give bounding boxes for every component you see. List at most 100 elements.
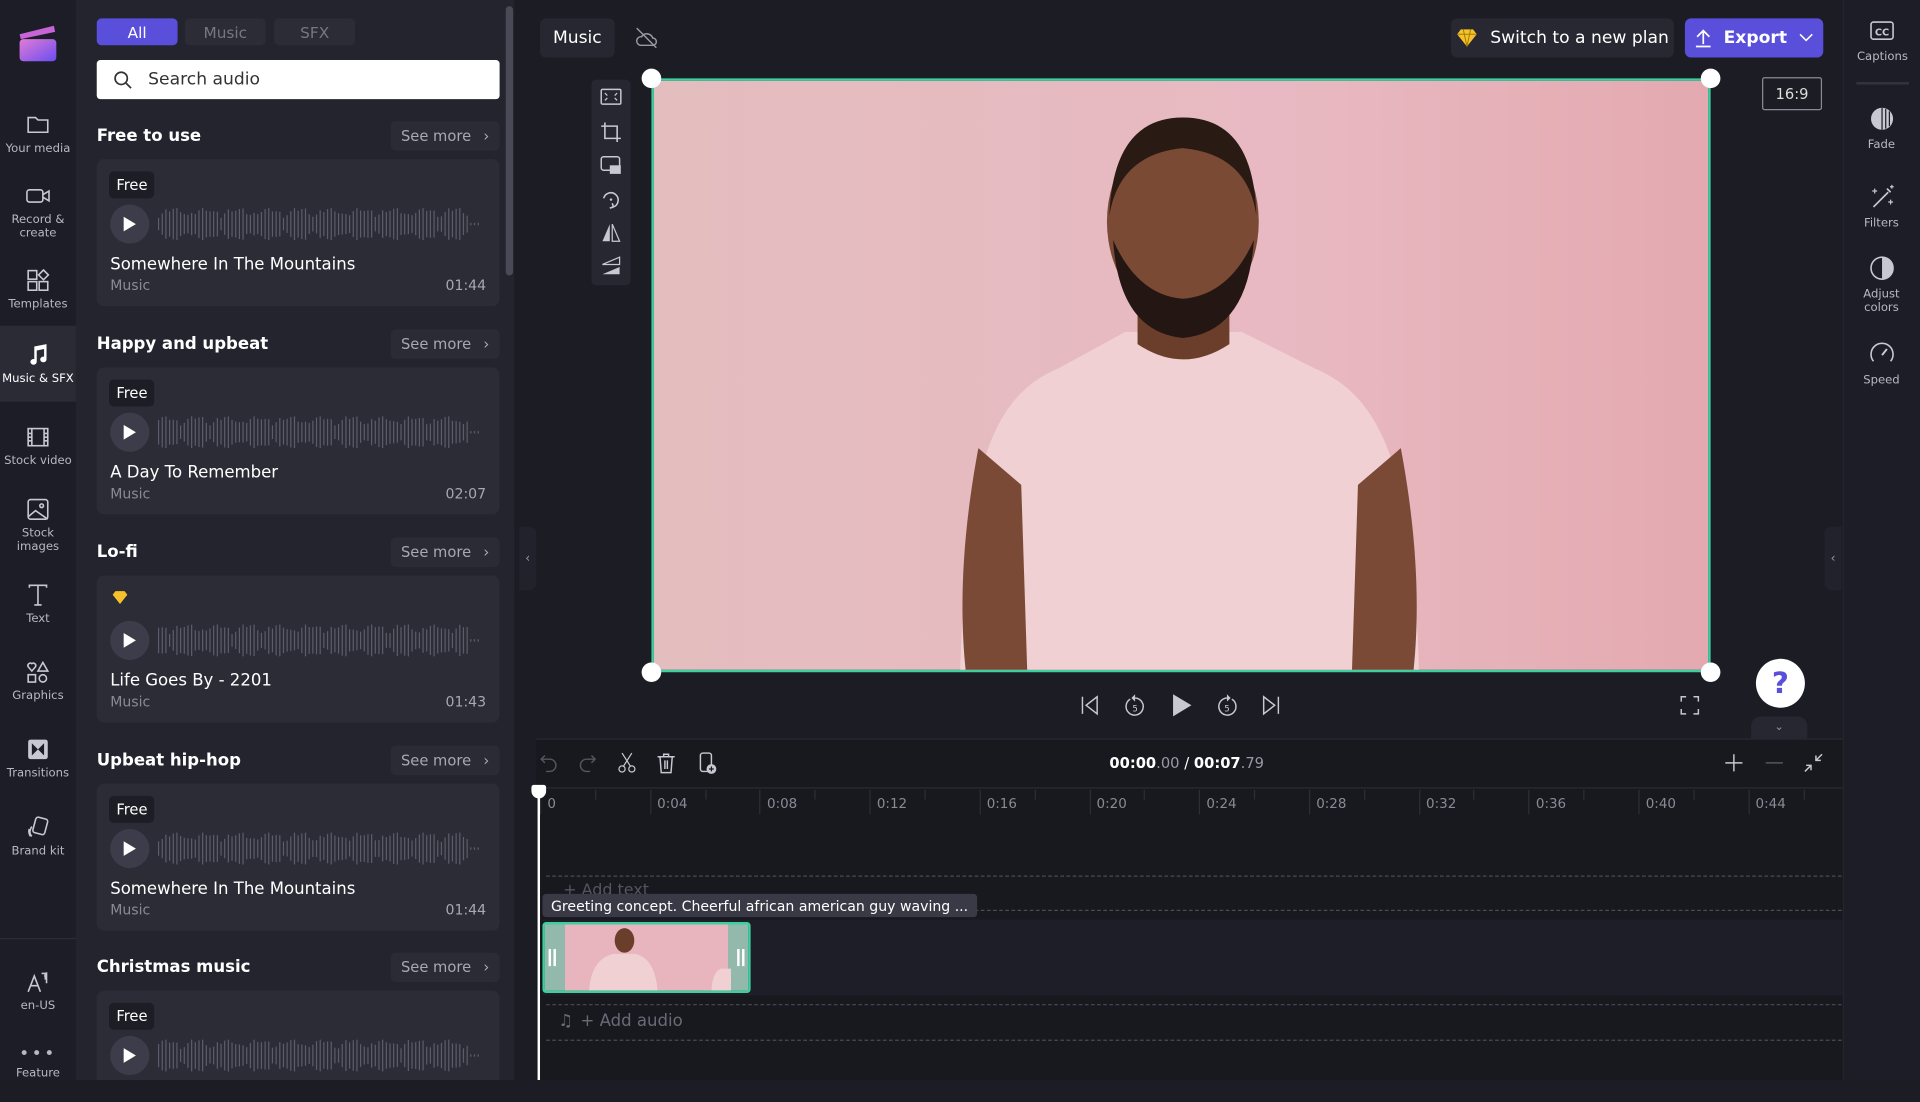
see-more-button[interactable]: See more ›	[390, 745, 500, 776]
collapse-panel-button[interactable]: ‹	[519, 526, 537, 591]
add-audio-track[interactable]: ♫ + Add audio	[558, 1011, 682, 1031]
resize-handle-top-right[interactable]	[1700, 68, 1721, 89]
nav-transitions[interactable]: Transitions	[0, 720, 76, 796]
fit-icon[interactable]	[600, 87, 622, 107]
nav-stock-images[interactable]: Stock images	[0, 487, 76, 563]
nav-music-sfx[interactable]: Music & SFX	[0, 325, 76, 402]
audio-track-border	[546, 1039, 1842, 1041]
property-filters[interactable]: Filters	[1843, 184, 1920, 230]
chevron-right-icon: ›	[483, 127, 490, 145]
nav-record-create[interactable]: Record & create	[0, 174, 76, 250]
play-preview-button[interactable]	[110, 828, 150, 869]
track-duration: 02:07	[445, 484, 487, 503]
undo-icon[interactable]	[539, 753, 559, 773]
more-icon: •••	[19, 1044, 57, 1065]
waveform	[157, 416, 479, 449]
collapse-properties-button[interactable]: ‹	[1824, 526, 1842, 591]
play-icon	[123, 841, 136, 856]
crop-icon[interactable]	[600, 121, 622, 143]
see-more-button[interactable]: See more ›	[390, 329, 500, 359]
tab-all[interactable]: All	[96, 18, 178, 46]
see-more-button[interactable]: See more ›	[390, 952, 500, 983]
skip-forward-icon[interactable]	[1260, 694, 1282, 716]
track-title: A Day To Remember	[110, 462, 279, 483]
property-speed[interactable]: Speed	[1843, 340, 1920, 387]
nav-templates[interactable]: Templates	[0, 251, 76, 327]
nav-your-media[interactable]: Your media	[0, 96, 76, 172]
upgrade-plan-button[interactable]: Switch to a new plan	[1451, 18, 1674, 58]
track-duration: 01:44	[445, 276, 487, 294]
fullscreen-icon[interactable]	[1679, 694, 1701, 716]
play-icon	[123, 1048, 136, 1063]
play-preview-button[interactable]	[110, 412, 150, 452]
resize-handle-bottom-right[interactable]	[1700, 662, 1721, 683]
clipchamp-logo[interactable]	[17, 22, 59, 69]
nav-stock-video[interactable]: Stock video	[0, 408, 76, 484]
clip-trim-handle-left[interactable]	[548, 948, 556, 967]
see-more-label: See more	[400, 543, 472, 561]
nav-feature[interactable]: ••• Feature	[0, 1026, 76, 1102]
picture-in-picture-icon[interactable]	[600, 156, 622, 176]
rewind-5-icon[interactable]: 5	[1123, 693, 1147, 717]
expand-timeline-button[interactable]: ⌄	[1751, 716, 1808, 739]
redo-icon[interactable]	[578, 753, 598, 773]
play-preview-button[interactable]	[110, 204, 150, 244]
ruler-major-tick	[869, 789, 871, 815]
zoom-in-icon[interactable]	[1724, 753, 1744, 773]
resize-handle-top-left[interactable]	[641, 68, 662, 89]
ruler-label: 0:28	[1316, 795, 1347, 812]
canvas-toolbar	[591, 79, 631, 286]
panel-scrollbar[interactable]	[505, 6, 514, 276]
chevron-down-icon: ⌄	[1774, 721, 1784, 734]
nav-brand-kit[interactable]: Brand kit	[0, 798, 76, 874]
track-title: Somewhere In The Mountains	[110, 879, 356, 899]
playhead[interactable]	[537, 793, 541, 1081]
project-name[interactable]: Music	[540, 18, 615, 58]
audio-card[interactable]: Life Goes By - 2201 Music 01:43	[96, 575, 500, 723]
audio-card[interactable]: Free Somewhere In The Mountains Music 01:44	[96, 159, 500, 307]
delete-trash-icon[interactable]	[656, 752, 676, 774]
help-button[interactable]: ?	[1755, 658, 1805, 708]
skip-back-icon[interactable]	[1079, 694, 1101, 716]
free-badge: Free	[108, 379, 155, 407]
nav-language[interactable]: en-US	[0, 953, 76, 1029]
text-icon	[28, 583, 48, 606]
flip-horizontal-icon[interactable]	[600, 223, 622, 243]
see-more-button[interactable]: See more ›	[390, 121, 500, 151]
rotate-icon[interactable]	[600, 189, 622, 211]
music-note-icon: ♫	[558, 1011, 574, 1032]
property-fade[interactable]: Fade	[1843, 105, 1920, 152]
property-adjust-colors[interactable]: Adjust colors	[1843, 255, 1920, 315]
see-more-button[interactable]: See more ›	[390, 537, 500, 567]
see-more-label: See more	[400, 958, 472, 976]
nav-label: Brand kit	[11, 844, 65, 858]
nav-text[interactable]: Text	[0, 566, 76, 642]
free-badge: Free	[108, 1002, 155, 1030]
audio-card[interactable]: Free Somewhere In The Mountains Music 01:44	[96, 783, 500, 931]
export-button[interactable]: Export	[1684, 18, 1824, 58]
resize-handle-bottom-left[interactable]	[641, 662, 662, 683]
fit-timeline-icon[interactable]	[1802, 752, 1824, 774]
tab-music[interactable]: Music	[184, 18, 266, 46]
cloud-off-icon[interactable]	[634, 27, 658, 49]
ruler-label: 0:08	[767, 795, 798, 812]
flip-vertical-icon[interactable]	[600, 256, 622, 276]
play-preview-button[interactable]	[110, 1035, 150, 1076]
clip-trim-handle-right[interactable]	[737, 948, 745, 967]
tab-sfx[interactable]: SFX	[274, 18, 356, 46]
forward-5-icon[interactable]: 5	[1215, 693, 1239, 717]
play-icon[interactable]	[1169, 692, 1193, 719]
video-clip[interactable]	[542, 922, 751, 994]
search-input[interactable]: Search audio	[96, 60, 500, 100]
zoom-out-icon[interactable]	[1764, 753, 1784, 773]
video-preview[interactable]	[651, 78, 1711, 673]
play-preview-button[interactable]	[110, 620, 150, 661]
property-captions[interactable]: CC Captions	[1843, 17, 1920, 64]
add-to-timeline-icon[interactable]	[697, 752, 719, 775]
audio-card[interactable]: Free A Day To Remember Music 02:07	[96, 367, 500, 515]
audio-card[interactable]: Free	[96, 990, 500, 1081]
add-audio-label: + Add audio	[580, 1011, 683, 1032]
aspect-ratio-button[interactable]: 16:9	[1762, 77, 1823, 111]
split-scissors-icon[interactable]	[616, 752, 638, 774]
nav-graphics[interactable]: Graphics	[0, 643, 76, 719]
